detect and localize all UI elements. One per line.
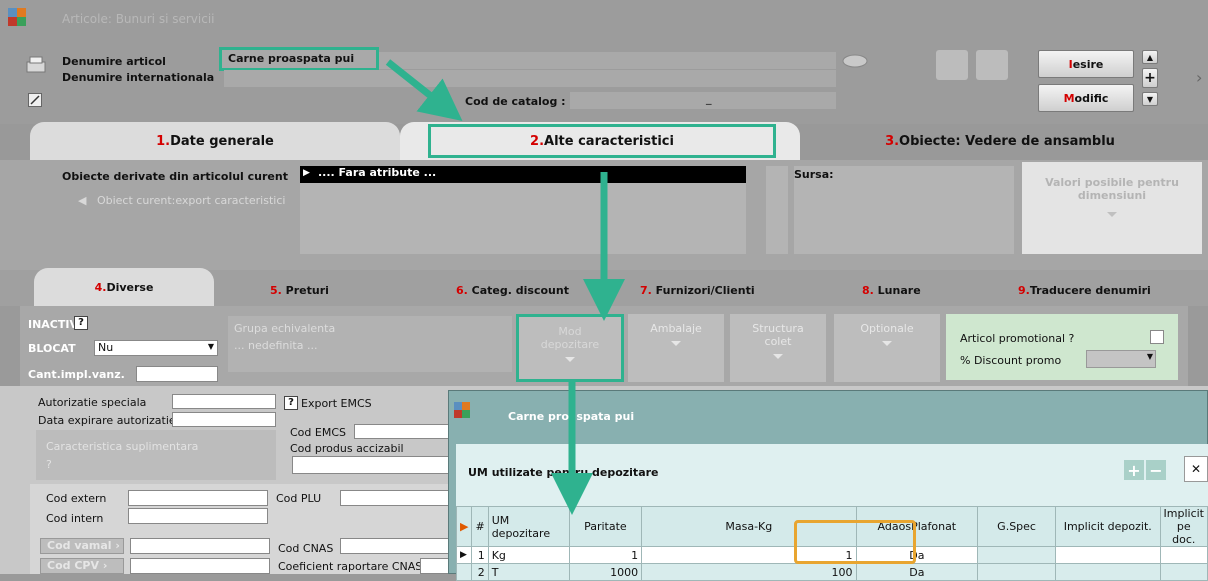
- annotation-arrows: [385, 59, 625, 515]
- arrow-name-to-tab: [385, 59, 463, 122]
